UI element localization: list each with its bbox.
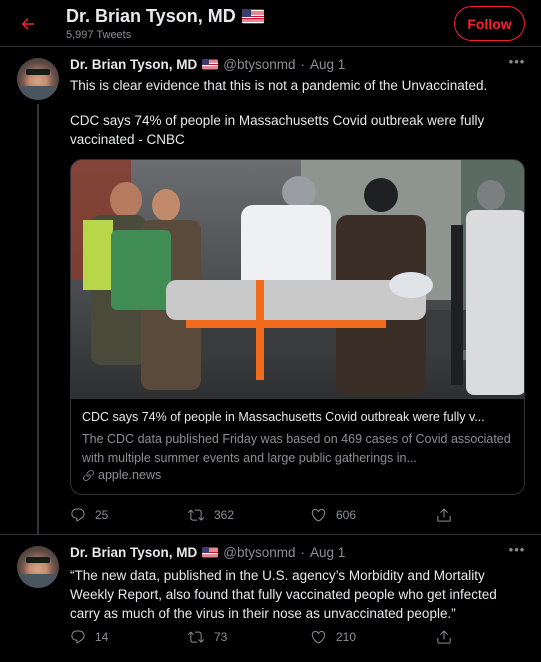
tweet-date[interactable]: Aug 1 (310, 57, 345, 72)
tweet-meta: Dr. Brian Tyson, MD @btysonmd · Aug 1 (70, 57, 345, 72)
tweet-actions: 25 362 606 (70, 507, 530, 527)
thread-connector (37, 104, 39, 535)
profile-header: Dr. Brian Tyson, MD 5,997 Tweets Follow (0, 0, 541, 47)
back-button[interactable] (14, 10, 42, 38)
reply-icon (71, 630, 85, 644)
retweet-icon (188, 509, 204, 521)
retweet-count: 362 (214, 508, 235, 522)
share-button[interactable] (436, 629, 452, 645)
meta-separator: · (300, 545, 306, 560)
card-domain[interactable]: apple.news (82, 468, 161, 482)
tweet-text-line-2: CDC says 74% of people in Massachusetts … (70, 113, 485, 147)
share-button[interactable] (436, 507, 452, 523)
reply-count: 25 (95, 508, 109, 522)
retweet-count: 73 (214, 630, 228, 644)
reply-button[interactable]: 25 (70, 507, 108, 523)
share-icon (437, 630, 451, 644)
retweet-button[interactable]: 73 (187, 629, 227, 645)
meta-separator: · (300, 57, 306, 72)
reply-button[interactable]: 14 (70, 629, 108, 645)
share-icon (437, 508, 451, 522)
like-icon (311, 508, 326, 522)
card-photo (71, 160, 524, 398)
us-flag-icon (202, 59, 219, 70)
back-arrow-icon (21, 18, 34, 30)
tweet[interactable]: Dr. Brian Tyson, MD @btysonmd · Aug 1 ••… (0, 48, 541, 535)
tweet-date[interactable]: Aug 1 (310, 545, 345, 560)
link-card[interactable]: CDC says 74% of people in Massachusetts … (70, 159, 525, 495)
us-flag-icon (202, 547, 219, 558)
like-count: 210 (336, 630, 357, 644)
reply-icon (71, 508, 85, 522)
author-handle[interactable]: @btysonmd (223, 57, 295, 72)
tweet[interactable]: Dr. Brian Tyson, MD @btysonmd · Aug 1 ••… (0, 536, 541, 662)
like-icon (311, 630, 326, 644)
card-title[interactable]: CDC says 74% of people in Massachusetts … (82, 410, 514, 424)
tweet-actions: 14 73 210 (70, 629, 530, 649)
card-image (71, 160, 524, 398)
more-icon[interactable]: ••• (507, 542, 527, 558)
card-domain-text: apple.news (98, 468, 162, 482)
tweet-text: “The new data, published in the U.S. age… (70, 568, 497, 621)
profile-name: Dr. Brian Tyson, MD (66, 6, 236, 26)
card-body: CDC says 74% of people in Massachusetts … (71, 398, 524, 494)
reply-count: 14 (95, 630, 109, 644)
author-handle[interactable]: @btysonmd (223, 545, 295, 560)
card-description: The CDC data published Friday was based … (82, 432, 511, 465)
link-icon (83, 469, 94, 481)
tweet-meta: Dr. Brian Tyson, MD @btysonmd · Aug 1 (70, 545, 345, 560)
avatar[interactable] (17, 546, 59, 588)
tweet-text-line-1: This is clear evidence that this is not … (70, 78, 488, 93)
avatar[interactable] (17, 58, 59, 100)
retweet-icon (188, 631, 204, 643)
profile-title: Dr. Brian Tyson, MD (66, 6, 264, 27)
author-name[interactable]: Dr. Brian Tyson, MD (70, 57, 197, 72)
like-count: 606 (336, 508, 357, 522)
like-button[interactable]: 606 (310, 507, 356, 523)
us-flag-icon (241, 9, 264, 24)
like-button[interactable]: 210 (310, 629, 356, 645)
follow-button[interactable]: Follow (454, 6, 525, 41)
more-icon[interactable]: ••• (507, 54, 527, 70)
tweet-count: 5,997 Tweets (66, 29, 132, 41)
author-name[interactable]: Dr. Brian Tyson, MD (70, 545, 197, 560)
retweet-button[interactable]: 362 (187, 507, 234, 523)
